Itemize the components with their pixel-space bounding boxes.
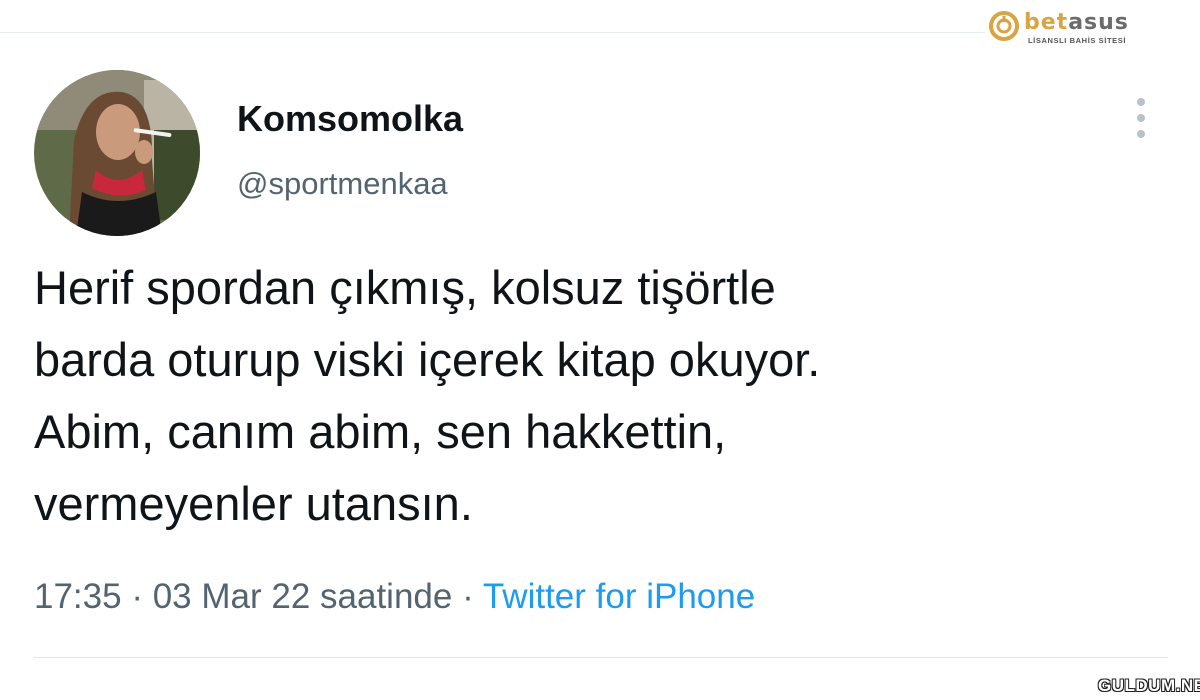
top-divider — [0, 32, 985, 33]
brand-logo: betasus LİSANSLI BAHİS SİTESİ — [988, 8, 1148, 48]
tweet-time[interactable]: 17:35 — [34, 577, 122, 616]
user-handle[interactable]: @sportmenkaa — [237, 164, 448, 204]
brand-tagline: LİSANSLI BAHİS SİTESİ — [1028, 36, 1127, 45]
display-name[interactable]: Komsomolka — [237, 98, 463, 140]
more-dot — [1137, 130, 1145, 138]
more-dot — [1137, 114, 1145, 122]
meta-separator: · — [131, 577, 143, 616]
bottom-divider — [34, 657, 1168, 658]
tweet-text-line: Herif spordan çıkmış, kolsuz tişörtle — [34, 261, 776, 314]
meta-separator: · — [462, 577, 474, 616]
tweet-text-line: Abim, canım abim, sen hakkettin, — [34, 405, 727, 458]
watermark: GULDUM.NET — [1098, 676, 1200, 695]
more-vertical-icon[interactable] — [1126, 94, 1156, 142]
tweet-text: Herif spordan çıkmış, kolsuz tişörtle ba… — [34, 252, 1154, 540]
avatar[interactable] — [34, 70, 200, 236]
tweet-date[interactable]: 03 Mar 22 saatinde — [153, 577, 453, 616]
more-dot — [1137, 98, 1145, 106]
brand-ring-icon — [989, 11, 1019, 41]
tweet-source-link[interactable]: Twitter for iPhone — [483, 577, 755, 616]
tweet-meta: 17:35 · 03 Mar 22 saatinde · Twitter for… — [34, 574, 755, 620]
tweet-text-line: vermeyenler utansın. — [34, 477, 473, 530]
brand-name: betasus — [1024, 10, 1129, 35]
tweet-text-line: barda oturup viski içerek kitap okuyor. — [34, 333, 821, 386]
